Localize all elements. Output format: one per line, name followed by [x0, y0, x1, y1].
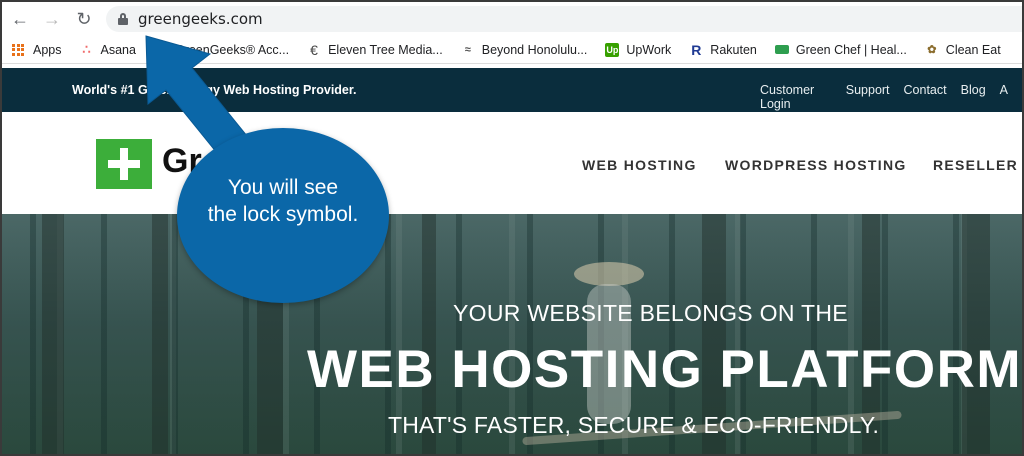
hero-tree: [962, 214, 990, 454]
screenshot-frame: ← → ↻ greengeeks.com Apps ∴ Asana □ Gree…: [0, 0, 1024, 456]
annotation-text: You will see the lock symbol.: [177, 174, 389, 228]
blog-link[interactable]: Blog: [961, 83, 986, 111]
bookmark-beyond-honolulu[interactable]: ≈ Beyond Honolulu...: [461, 43, 588, 57]
hero-person-hat: [574, 262, 644, 286]
upwork-icon: Up: [605, 42, 620, 57]
bookmark-label: GreenGeeks® Acc...: [174, 42, 290, 57]
greenchef-icon: [774, 45, 789, 54]
annotation-line-2: the lock symbol.: [207, 203, 359, 226]
bookmark-apps[interactable]: Apps: [2, 43, 62, 57]
eleven-tree-icon: €: [310, 41, 318, 58]
hero-heading-main: WEB HOSTING PLATFORM: [307, 340, 1022, 399]
bookmark-rakuten[interactable]: R Rakuten: [689, 41, 757, 58]
site-tagline: World's #1 Green Energy Web Hosting Prov…: [72, 83, 357, 97]
bookmark-label: Rakuten: [710, 42, 757, 57]
back-button[interactable]: ←: [6, 5, 34, 33]
hero-tree: [152, 214, 168, 454]
hero-heading-top: YOUR WEBSITE BELONGS ON THE: [453, 300, 848, 326]
clean-eat-icon: ✿: [927, 44, 937, 56]
bookmark-label: Green Chef | Heal...: [795, 42, 907, 57]
apps-grid-icon: [12, 43, 24, 56]
greengeeks-logo-icon[interactable]: [96, 139, 152, 189]
bookmark-upwork[interactable]: Up UpWork: [605, 42, 672, 57]
bookmark-label: Eleven Tree Media...: [328, 42, 443, 57]
bookmark-label: Apps: [33, 42, 62, 57]
contact-link[interactable]: Contact: [904, 83, 947, 111]
bookmark-asana[interactable]: ∴ Asana: [80, 41, 136, 57]
more-link[interactable]: A: [1000, 83, 1008, 111]
hero-tree: [42, 214, 64, 454]
customer-login-link[interactable]: Customer Login: [760, 83, 832, 111]
doc-icon: □: [157, 42, 165, 57]
menu-wordpress-hosting[interactable]: WORDPRESS HOSTING: [725, 157, 907, 173]
forward-button[interactable]: →: [38, 5, 66, 33]
url-text: greengeeks.com: [138, 10, 263, 28]
hero-banner: YOUR WEBSITE BELONGS ON THE WEB HOSTING …: [2, 214, 1022, 454]
browser-toolbar: ← → ↻ greengeeks.com: [2, 2, 1022, 36]
bookmark-clean-eat[interactable]: ✿ Clean Eat: [925, 43, 1001, 57]
bookmark-label: Clean Eat: [945, 42, 1001, 57]
bookmarks-bar: Apps ∴ Asana □ GreenGeeks® Acc... € Elev…: [2, 36, 1022, 64]
reload-button[interactable]: ↻: [70, 5, 98, 33]
menu-web-hosting[interactable]: WEB HOSTING: [582, 157, 697, 173]
rakuten-icon: R: [691, 41, 702, 58]
bookmark-label: Beyond Honolulu...: [481, 42, 588, 57]
beyond-icon: ≈: [464, 43, 471, 56]
address-bar[interactable]: greengeeks.com: [106, 6, 1022, 32]
annotation-line-1: You will see: [227, 176, 339, 199]
support-link[interactable]: Support: [846, 83, 890, 111]
site-top-strip: World's #1 Green Energy Web Hosting Prov…: [2, 68, 1022, 112]
menu-reseller[interactable]: RESELLER: [933, 157, 1018, 173]
lock-icon[interactable]: [118, 13, 128, 25]
bookmark-greengeeks[interactable]: □ GreenGeeks® Acc...: [154, 42, 290, 57]
asana-icon: ∴: [82, 41, 91, 57]
bookmark-eleven-tree[interactable]: € Eleven Tree Media...: [307, 41, 443, 58]
top-links: Customer Login Support Contact Blog A: [760, 83, 1022, 111]
bookmark-green-chef[interactable]: Green Chef | Heal...: [774, 42, 907, 57]
bookmark-label: UpWork: [626, 42, 672, 57]
bookmark-label: Asana: [100, 42, 136, 57]
hero-heading-bottom: THAT'S FASTER, SECURE & ECO-FRIENDLY.: [388, 412, 880, 438]
